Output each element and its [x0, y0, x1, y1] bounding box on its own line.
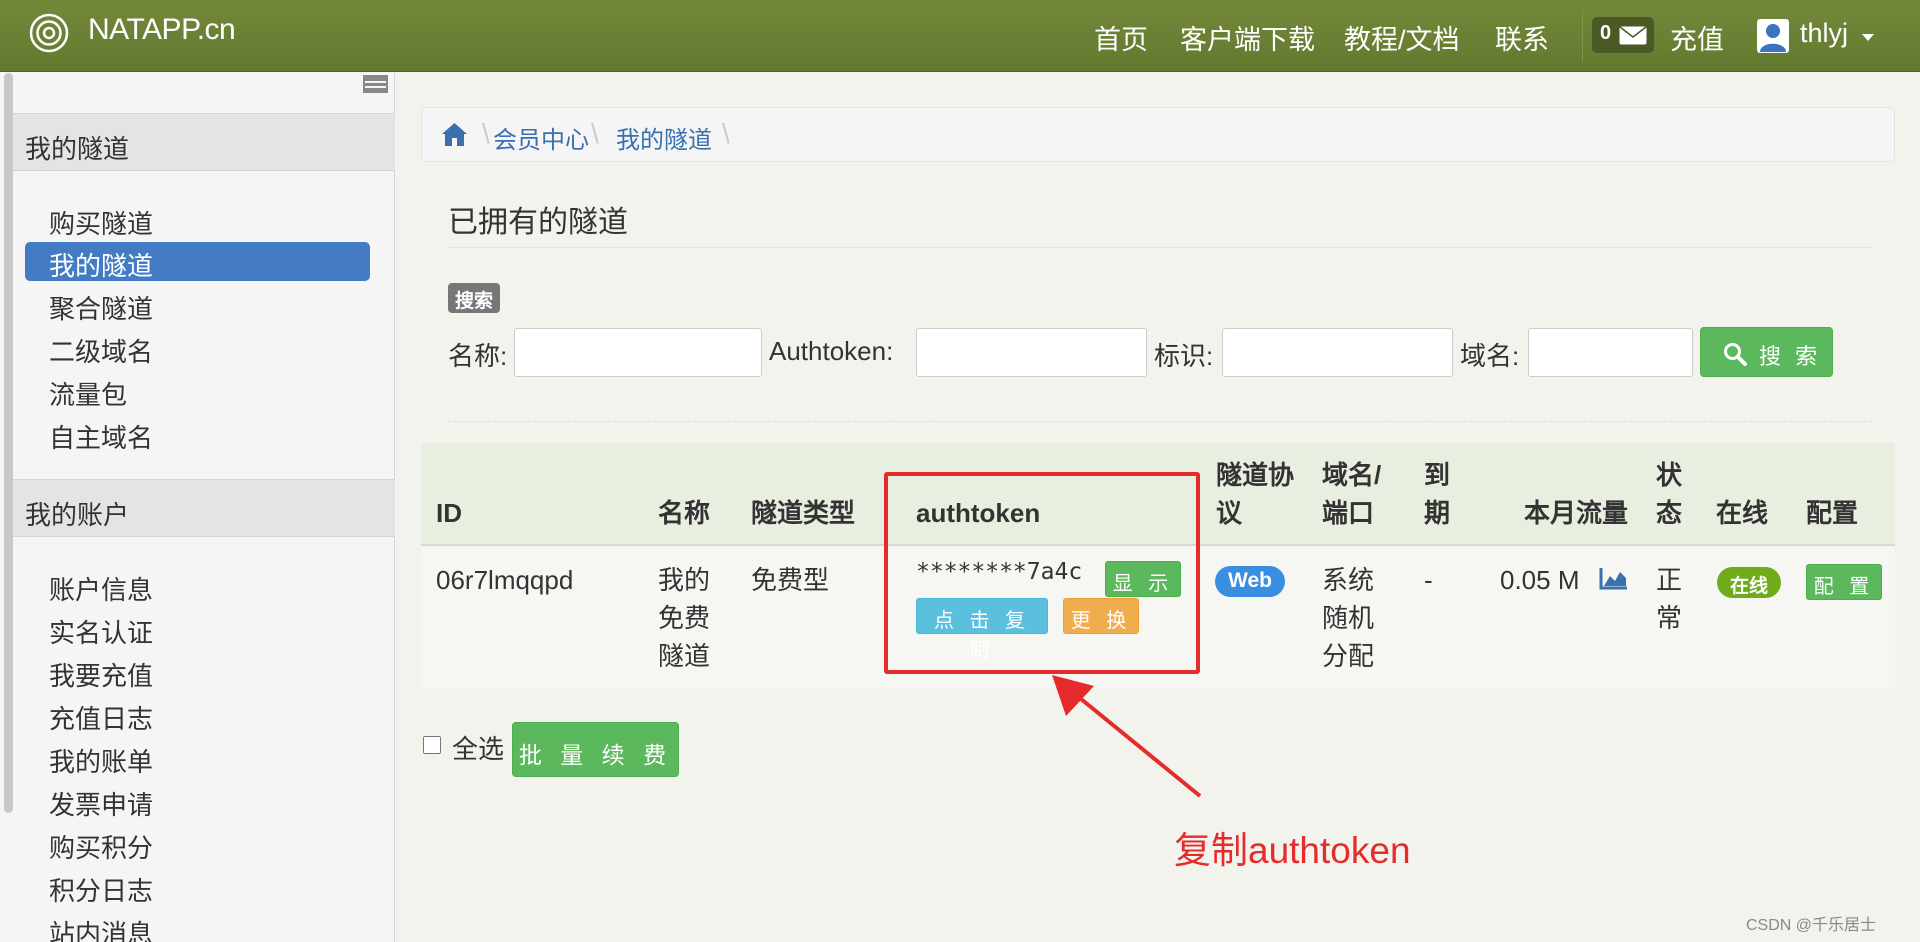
col-header-traffic: 本月流量	[1524, 498, 1629, 528]
sidebar-section-account[interactable]: 我的账户	[13, 479, 395, 537]
breadcrumb-separator: \	[591, 118, 599, 149]
name-field-label: 名称:	[448, 341, 508, 371]
username[interactable]: thlyj	[1800, 18, 1848, 49]
sidebar-item-traffic-pack[interactable]: 流量包	[25, 371, 370, 410]
tunnel-name: 隧道	[658, 641, 711, 671]
sidebar-item-custom-domain[interactable]: 自主域名	[25, 414, 370, 453]
top-navbar: NATAPP.cn 首页 客户端下载 教程/文档 联系 0 充值 thlyj	[0, 0, 1920, 72]
breadcrumb-separator: \	[722, 118, 730, 149]
col-header-expire: 期	[1424, 498, 1451, 528]
col-header-protocol: 隧道协	[1216, 460, 1295, 490]
tunnel-id: 06r7lmqqpd	[436, 565, 574, 595]
mail-icon	[1619, 26, 1647, 45]
sidebar-item-subdomain[interactable]: 二级域名	[25, 328, 370, 367]
col-header-online: 在线	[1716, 498, 1769, 528]
sidebar-item-aggregate-tunnel[interactable]: 聚合隧道	[25, 285, 370, 324]
tunnel-name: 我的	[658, 565, 711, 595]
domain-field-label: 域名:	[1460, 341, 1520, 371]
search-divider	[448, 421, 1872, 422]
identifier-field-label: 标识:	[1154, 341, 1214, 371]
domain-port: 分配	[1322, 641, 1375, 671]
search-badge: 搜索	[448, 283, 500, 313]
domain-input[interactable]	[1528, 328, 1693, 377]
search-icon	[1724, 343, 1747, 366]
col-header-id: ID	[436, 498, 462, 528]
breadcrumb: \ 会员中心 \ 我的隧道 \	[421, 107, 1895, 162]
home-icon[interactable]	[441, 122, 468, 147]
col-header-status: 态	[1656, 498, 1683, 528]
brand-name[interactable]: NATAPP.cn	[88, 13, 236, 47]
domain-port: 系统	[1322, 565, 1375, 595]
title-divider	[448, 247, 1872, 248]
select-all-label[interactable]: 全选	[452, 729, 504, 766]
sidebar-item-bills[interactable]: 我的账单	[25, 738, 370, 777]
sidebar-item-invoice[interactable]: 发票申请	[25, 781, 370, 820]
sidebar-item-recharge[interactable]: 我要充值	[25, 652, 370, 691]
col-header-name: 名称	[658, 498, 711, 528]
search-button-label: 搜 索	[1759, 344, 1822, 369]
nav-recharge[interactable]: 充值	[1670, 18, 1724, 57]
annotation-arrow-icon	[1052, 675, 1202, 798]
nav-client-download[interactable]: 客户端下载	[1180, 18, 1315, 57]
batch-renew-button[interactable]: 批 量 续 费	[512, 722, 679, 777]
sidebar-item-verification[interactable]: 实名认证	[25, 609, 370, 648]
sidebar-item-points-log[interactable]: 积分日志	[25, 867, 370, 906]
name-input[interactable]	[514, 328, 762, 377]
nav-divider	[1582, 10, 1583, 62]
nav-home[interactable]: 首页	[1094, 18, 1148, 57]
tunnel-status: 常	[1656, 603, 1683, 633]
col-header-type: 隧道类型	[751, 498, 856, 528]
tunnel-status: 正	[1656, 565, 1683, 595]
watermark: CSDN @千乐居士	[1746, 917, 1877, 934]
col-header-expire: 到	[1424, 460, 1451, 490]
sidebar-item-messages[interactable]: 站内消息	[25, 910, 370, 942]
sidebar-item-my-tunnels[interactable]: 我的隧道	[25, 242, 370, 281]
select-all-checkbox[interactable]	[423, 736, 441, 754]
message-count: 0	[1600, 22, 1612, 44]
highlight-box	[884, 472, 1200, 674]
nav-contact[interactable]: 联系	[1495, 18, 1549, 57]
monthly-traffic: 0.05 M	[1500, 565, 1580, 595]
user-avatar-icon[interactable]	[1757, 19, 1789, 53]
sidebar-collapse-icon[interactable]	[363, 75, 388, 93]
tunnel-name: 免费	[658, 603, 711, 633]
traffic-chart-icon[interactable]	[1599, 566, 1629, 591]
col-header-domain: 端口	[1322, 498, 1375, 528]
sidebar-item-recharge-log[interactable]: 充值日志	[25, 695, 370, 734]
sidebar-item-buy-points[interactable]: 购买积分	[25, 824, 370, 863]
config-button[interactable]: 配 置	[1806, 564, 1882, 600]
breadcrumb-my-tunnels[interactable]: 我的隧道	[616, 120, 712, 155]
page-title: 已拥有的隧道	[448, 206, 628, 239]
online-badge: 在线	[1717, 567, 1781, 598]
col-header-protocol: 议	[1216, 498, 1243, 528]
domain-port: 随机	[1322, 603, 1375, 633]
tunnel-type: 免费型	[751, 565, 830, 595]
col-header-domain: 域名/	[1322, 460, 1382, 490]
sidebar-item-buy-tunnel[interactable]: 购买隧道	[25, 200, 370, 239]
sidebar-scrollbar[interactable]	[4, 73, 13, 813]
authtoken-field-label: Authtoken:	[769, 336, 894, 366]
natapp-logo-icon[interactable]	[29, 13, 69, 53]
authtoken-input[interactable]	[916, 328, 1147, 377]
breadcrumb-separator: \	[482, 118, 490, 149]
col-header-status: 状	[1656, 460, 1683, 490]
sidebar-item-account-info[interactable]: 账户信息	[25, 566, 370, 605]
annotation-label: 复制authtoken	[1174, 830, 1411, 871]
breadcrumb-member-center[interactable]: 会员中心	[493, 120, 589, 155]
sidebar-section-tunnels[interactable]: 我的隧道	[13, 113, 395, 171]
expire-date: -	[1424, 565, 1433, 595]
search-button[interactable]: 搜 索	[1700, 327, 1833, 377]
identifier-input[interactable]	[1222, 328, 1453, 377]
message-button[interactable]: 0	[1592, 17, 1654, 53]
protocol-badge: Web	[1215, 566, 1285, 597]
chevron-down-icon[interactable]	[1862, 34, 1874, 41]
nav-docs[interactable]: 教程/文档	[1344, 18, 1460, 57]
col-header-config: 配置	[1806, 498, 1859, 528]
